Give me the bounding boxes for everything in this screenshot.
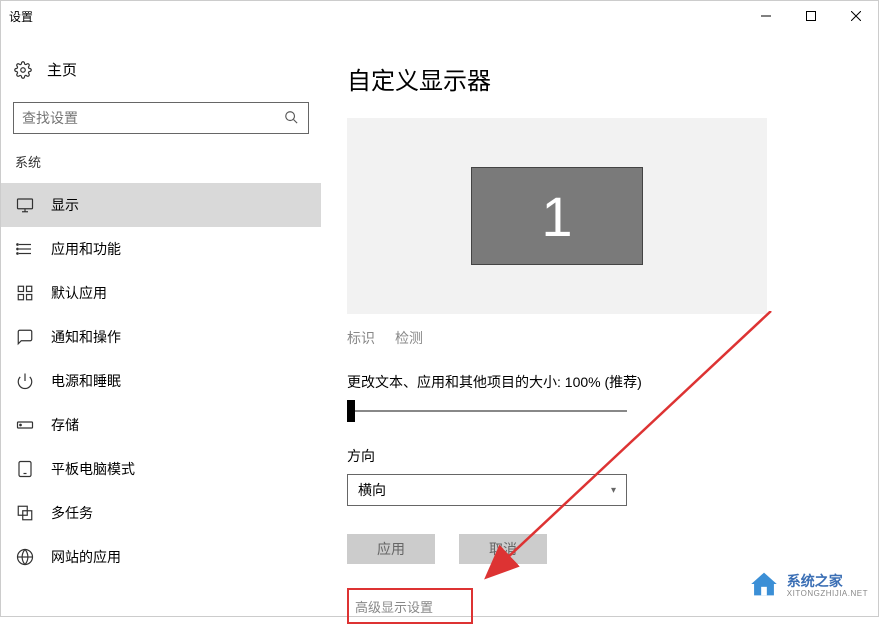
content-pane: 自定义显示器 1 标识 检测 更改文本、应用和其他项目的大小: 100% (推荐…	[321, 31, 878, 616]
titlebar: 设置	[1, 1, 878, 31]
watermark: 系统之家 XITONGZHIJIA.NET	[747, 569, 868, 604]
grid-icon	[15, 284, 35, 302]
cancel-button[interactable]: 取消	[459, 534, 547, 564]
scale-slider[interactable]	[347, 404, 627, 418]
nav-item-web-apps[interactable]: 网站的应用	[1, 535, 321, 579]
gear-icon	[13, 61, 33, 79]
nav-item-multitask[interactable]: 多任务	[1, 491, 321, 535]
nav-label: 通知和操作	[51, 327, 121, 347]
nav-item-notifications[interactable]: 通知和操作	[1, 315, 321, 359]
sidebar: 主页 系统 显示 应用和功能 默认应用 通知和操作 电源和睡眠	[1, 31, 321, 616]
nav-item-display[interactable]: 显示	[1, 183, 321, 227]
minimize-button[interactable]	[743, 1, 788, 31]
nav-item-default-apps[interactable]: 默认应用	[1, 271, 321, 315]
watermark-name: 系统之家	[787, 574, 868, 589]
monitor-number: 1	[541, 184, 572, 249]
orientation-select[interactable]: 横向 ▾	[347, 474, 627, 506]
nav-label: 平板电脑模式	[51, 459, 135, 479]
orientation-value: 横向	[358, 480, 386, 500]
nav-label: 电源和睡眠	[51, 371, 121, 391]
drive-icon	[15, 416, 35, 434]
advanced-display-link[interactable]: 高级显示设置	[347, 588, 473, 624]
display-preview[interactable]: 1	[347, 118, 767, 314]
search-icon	[284, 110, 300, 126]
nav-item-tablet[interactable]: 平板电脑模式	[1, 447, 321, 491]
tablet-icon	[15, 460, 35, 478]
search-input-wrap[interactable]	[13, 102, 309, 134]
scale-label: 更改文本、应用和其他项目的大小: 100% (推荐)	[347, 372, 878, 392]
nav-item-power[interactable]: 电源和睡眠	[1, 359, 321, 403]
identify-link[interactable]: 标识	[347, 328, 375, 348]
close-button[interactable]	[833, 1, 878, 31]
orientation-label: 方向	[347, 446, 878, 466]
nav-item-apps[interactable]: 应用和功能	[1, 227, 321, 271]
window-title: 设置	[9, 8, 33, 25]
nav-label: 多任务	[51, 503, 93, 523]
apply-button[interactable]: 应用	[347, 534, 435, 564]
search-input[interactable]	[22, 110, 284, 126]
monitor-1[interactable]: 1	[471, 167, 643, 265]
globe-icon	[15, 548, 35, 566]
list-icon	[15, 240, 35, 258]
nav-label: 存储	[51, 415, 79, 435]
section-label: 系统	[1, 152, 321, 171]
slider-track	[347, 410, 627, 412]
detect-link[interactable]: 检测	[395, 328, 423, 348]
house-icon	[747, 569, 781, 604]
home-button[interactable]: 主页	[1, 51, 321, 88]
nav-label: 应用和功能	[51, 239, 121, 259]
chevron-down-icon: ▾	[611, 485, 616, 496]
maximize-button[interactable]	[788, 1, 833, 31]
power-icon	[15, 372, 35, 390]
nav-label: 默认应用	[51, 283, 107, 303]
monitor-icon	[15, 196, 35, 214]
layers-icon	[15, 504, 35, 522]
message-icon	[15, 328, 35, 346]
slider-thumb[interactable]	[347, 400, 355, 422]
watermark-url: XITONGZHIJIA.NET	[787, 590, 868, 599]
nav-item-storage[interactable]: 存储	[1, 403, 321, 447]
nav-label: 网站的应用	[51, 547, 121, 567]
page-heading: 自定义显示器	[347, 61, 878, 96]
nav-label: 显示	[51, 195, 79, 215]
home-label: 主页	[47, 59, 77, 80]
